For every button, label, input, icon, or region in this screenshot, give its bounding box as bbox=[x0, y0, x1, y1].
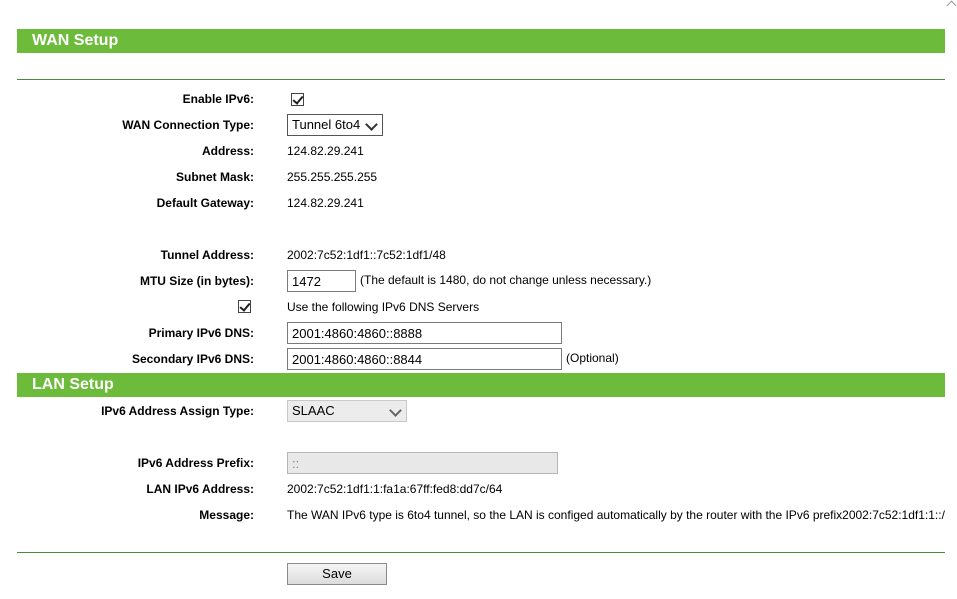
enable-ipv6-checkbox[interactable] bbox=[291, 93, 304, 106]
lan-setup-header: LAN Setup bbox=[17, 373, 945, 397]
bottom-divider bbox=[17, 552, 945, 553]
wan-connection-type-value: Tunnel 6to4 bbox=[292, 117, 361, 132]
wan-connection-type-select[interactable]: Tunnel 6to4 bbox=[287, 114, 383, 136]
tunnel-address-label: Tunnel Address: bbox=[160, 248, 254, 262]
address-value: 124.82.29.241 bbox=[287, 144, 364, 158]
mtu-note: (The default is 1480, do not change unle… bbox=[360, 273, 652, 287]
use-dns-servers-label: Use the following IPv6 DNS Servers bbox=[287, 300, 480, 314]
message-label: Message: bbox=[199, 508, 254, 522]
lan-ipv6-address-value: 2002:7c52:1df1:1:fa1a:67ff:fed8:dd7c/64 bbox=[287, 482, 503, 496]
save-button[interactable]: Save bbox=[287, 563, 387, 585]
wan-setup-header: WAN Setup bbox=[17, 29, 945, 53]
address-prefix-label: IPv6 Address Prefix: bbox=[137, 456, 254, 470]
secondary-dns-label: Secondary IPv6 DNS: bbox=[131, 352, 254, 366]
message-value: The WAN IPv6 type is 6to4 tunnel, so the… bbox=[287, 508, 945, 522]
secondary-dns-optional-note: (Optional) bbox=[566, 351, 619, 365]
default-gateway-label: Default Gateway: bbox=[156, 196, 254, 210]
assign-type-select[interactable]: SLAAC bbox=[287, 400, 407, 422]
address-prefix-input bbox=[287, 452, 558, 474]
assign-type-value: SLAAC bbox=[292, 403, 335, 418]
wan-connection-type-label: WAN Connection Type: bbox=[122, 118, 254, 132]
secondary-dns-input[interactable] bbox=[287, 348, 562, 370]
scroll-up-arrow-icon[interactable] bbox=[946, 0, 957, 11]
address-label: Address: bbox=[201, 144, 254, 158]
lan-ipv6-address-label: LAN IPv6 Address: bbox=[146, 482, 254, 496]
wan-divider bbox=[17, 79, 945, 80]
chevron-down-icon bbox=[389, 404, 402, 417]
tunnel-address-value: 2002:7c52:1df1::7c52:1df1/48 bbox=[287, 248, 446, 262]
subnet-mask-label: Subnet Mask: bbox=[175, 170, 254, 184]
default-gateway-value: 124.82.29.241 bbox=[287, 196, 364, 210]
assign-type-label: IPv6 Address Assign Type: bbox=[101, 404, 254, 418]
primary-dns-label: Primary IPv6 DNS: bbox=[148, 326, 254, 340]
use-dns-servers-checkbox[interactable] bbox=[238, 300, 251, 313]
enable-ipv6-label: Enable IPv6: bbox=[182, 92, 254, 106]
mtu-size-input[interactable] bbox=[287, 270, 356, 292]
primary-dns-input[interactable] bbox=[287, 322, 562, 344]
subnet-mask-value: 255.255.255.255 bbox=[287, 170, 378, 184]
mtu-size-label: MTU Size (in bytes): bbox=[139, 274, 254, 288]
chevron-down-icon bbox=[365, 118, 378, 131]
